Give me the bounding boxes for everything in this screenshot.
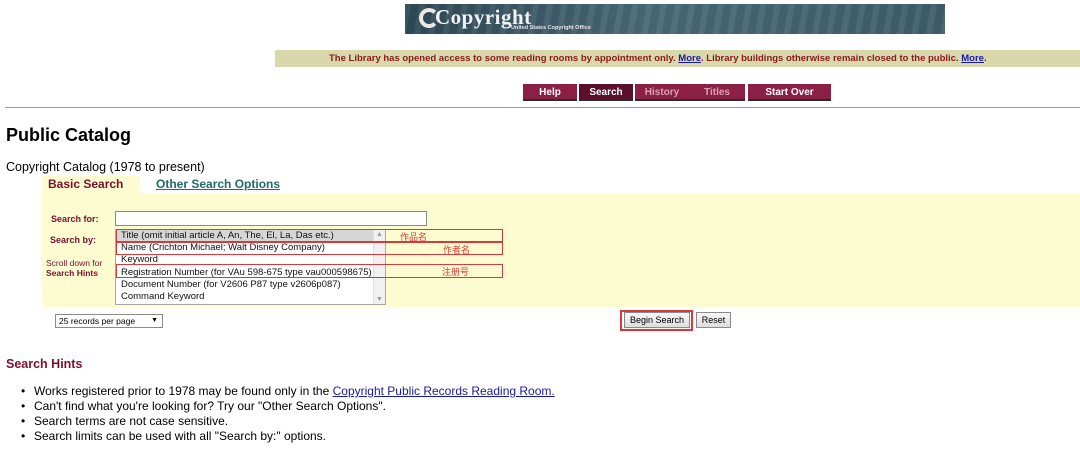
begin-search-button[interactable]: Begin Search [624, 312, 690, 328]
main-nav: Help Search History Titles Start Over [523, 84, 831, 101]
reset-button[interactable]: Reset [696, 312, 731, 328]
dropdown-arrow-icon: ▼ [151, 317, 158, 324]
scroll-hint-search-hints: Search Hints [46, 268, 98, 278]
search-for-label: Search for: [51, 214, 99, 224]
nav-search[interactable]: Search [579, 84, 633, 101]
annotation-box-title [116, 229, 503, 242]
hint-item: Search terms are not case sensitive. [21, 414, 555, 429]
hint-item: Works registered prior to 1978 may be fo… [21, 384, 555, 399]
nav-start-over[interactable]: Start Over [748, 84, 831, 101]
annotation-name-note: 作者名 [443, 245, 471, 255]
reading-room-notice: The Library has opened access to some re… [275, 50, 1080, 67]
notice-more-link-1[interactable]: More [678, 53, 701, 64]
search-hints-title: Search Hints [6, 357, 83, 371]
search-actions-bar [42, 310, 1080, 330]
notice-text-3: . [983, 53, 987, 64]
page-title: Public Catalog [6, 125, 132, 145]
notice-text-1: The Library has opened access to some re… [329, 53, 679, 64]
scroll-hint-line-2: Search Hints [46, 268, 102, 278]
catalog-subtitle: Copyright Catalog (1978 to present) [6, 160, 205, 174]
hint-item: Can't find what you're looking for? Try … [21, 399, 555, 414]
notice-more-link-2[interactable]: More [961, 53, 984, 64]
header-divider [5, 107, 1080, 108]
tab-basic-search[interactable]: Basic Search [42, 176, 140, 193]
search-hints-list: Works registered prior to 1978 may be fo… [21, 384, 555, 444]
records-per-page-value: 25 records per page [59, 316, 136, 326]
search-by-option-command-keyword[interactable]: Command Keyword [116, 291, 385, 303]
scroll-hint: Scroll down for Search Hints [46, 258, 102, 278]
hint-item: Search limits can be used with all "Sear… [21, 429, 555, 444]
search-for-input[interactable] [115, 211, 427, 226]
search-by-label: Search by: [50, 235, 97, 245]
hint-1-text: Works registered prior to 1978 may be fo… [34, 384, 333, 398]
nav-help[interactable]: Help [523, 84, 577, 101]
nav-history[interactable]: History [635, 84, 689, 101]
tab-other-search-options[interactable]: Other Search Options [140, 176, 302, 193]
copyright-office-banner[interactable]: Copyright United States Copyright Office [405, 4, 945, 34]
nav-titles[interactable]: Titles [689, 84, 745, 101]
annotation-registration-note: 注册号 [442, 267, 470, 277]
search-by-option-document-number[interactable]: Document Number (for V2606 P87 type v260… [116, 279, 385, 291]
scroll-down-arrow-icon[interactable]: ▼ [376, 296, 383, 303]
search-tabs: Basic Search Other Search Options [42, 176, 302, 193]
public-records-reading-room-link[interactable]: Copyright Public Records Reading Room. [333, 384, 555, 398]
banner-logo-subtitle: United States Copyright Office [511, 25, 591, 31]
scroll-hint-line-1: Scroll down for [46, 258, 103, 268]
records-per-page-select[interactable]: 25 records per page ▼ [55, 314, 163, 328]
notice-text-2: . Library buildings otherwise remain clo… [701, 53, 962, 64]
